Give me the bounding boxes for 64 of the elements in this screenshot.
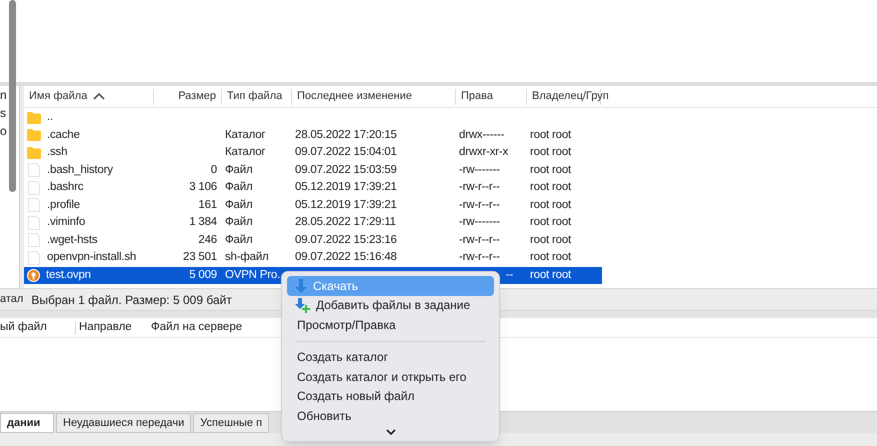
permissions: -rw-------	[459, 216, 500, 228]
owner-group: root root	[530, 198, 572, 211]
modified-date: 09.07.2022 15:16:48	[295, 251, 397, 264]
file-name: .wget-hsts	[47, 232, 98, 248]
file-name: .cache	[47, 128, 80, 143]
permissions: -rw-r--r--	[459, 251, 500, 264]
menu-item-label: Добавить файлы в задание	[316, 297, 470, 314]
file-type: Каталог	[225, 128, 266, 141]
file-type: sh-файл	[225, 251, 269, 264]
file-size: 0	[210, 164, 217, 176]
owner-group: root root	[530, 234, 572, 246]
modified-date: 09.07.2022 15:23:16	[295, 234, 397, 246]
owner-group: root root	[530, 128, 572, 141]
permissions: -rw-r--r--	[459, 234, 500, 246]
label-fragment: n	[0, 87, 7, 104]
permissions: -rw-r--r--	[459, 198, 500, 211]
modified-date: 28.05.2022 17:20:15	[295, 128, 397, 141]
file-size: 23 501	[183, 251, 217, 264]
permissions: drwxr-xr-x	[459, 146, 508, 158]
file-type: OVPN Pro.	[225, 268, 280, 281]
permissions: -rw-------	[459, 164, 500, 176]
owner-group: root root	[530, 268, 572, 281]
file-name: ..	[47, 110, 53, 126]
file-type: Файл	[225, 234, 252, 246]
file-size: 161	[198, 198, 217, 211]
file-type: Файл	[225, 198, 252, 211]
label-fragment: s	[0, 105, 7, 122]
menu-item-label: Обновить	[297, 408, 352, 425]
file-name: .bash_history	[47, 162, 113, 178]
owner-group: root root	[530, 181, 572, 194]
menu-item-label: Создать каталог и открыть его	[297, 368, 466, 386]
file-size: 1 384	[189, 216, 217, 228]
menu-item-label: Создать каталог	[297, 349, 388, 366]
modified-date: 09.07.2022 15:03:59	[295, 164, 397, 176]
file-name: test.ovpn	[46, 268, 91, 283]
owner-group: root root	[530, 216, 572, 228]
status-text: атал	[0, 292, 24, 308]
file-name: .ssh	[47, 145, 68, 160]
status-text: Выбран 1 файл. Размер: 5 009 байт	[30, 292, 232, 308]
modified-date: 05.12.2019 17:39:21	[295, 198, 397, 211]
menu-item-label: Скачать	[313, 278, 358, 295]
menu-item-label: Просмотр/Правка	[297, 316, 396, 334]
owner-group: root root	[530, 251, 572, 264]
file-name: .viminfo	[47, 215, 86, 230]
owner-group: root root	[530, 146, 572, 158]
file-size: 246	[198, 234, 217, 246]
file-name: .profile	[47, 198, 80, 213]
menu-item-label: Создать новый файл	[297, 388, 415, 406]
file-type: Файл	[225, 164, 252, 176]
modified-date: 05.12.2019 17:39:21	[295, 181, 397, 194]
modified-date: 28.05.2022 17:29:11	[295, 216, 396, 228]
permissions: -rw-r--r--	[459, 181, 500, 194]
file-type: Файл	[225, 216, 252, 228]
modified-date: 09.07.2022 15:04:01	[295, 146, 397, 158]
permissions: --	[506, 268, 513, 281]
owner-group: root root	[530, 164, 572, 176]
file-type: Каталог	[225, 146, 266, 158]
file-size: 3 106	[189, 181, 217, 194]
file-name: openvpn-install.sh	[47, 250, 136, 266]
permissions: drwx------	[459, 128, 504, 141]
file-type: Файл	[225, 181, 252, 194]
file-name: .bashrc	[47, 180, 84, 196]
label-fragment: o	[0, 123, 7, 140]
file-size: 5 009	[189, 268, 217, 281]
